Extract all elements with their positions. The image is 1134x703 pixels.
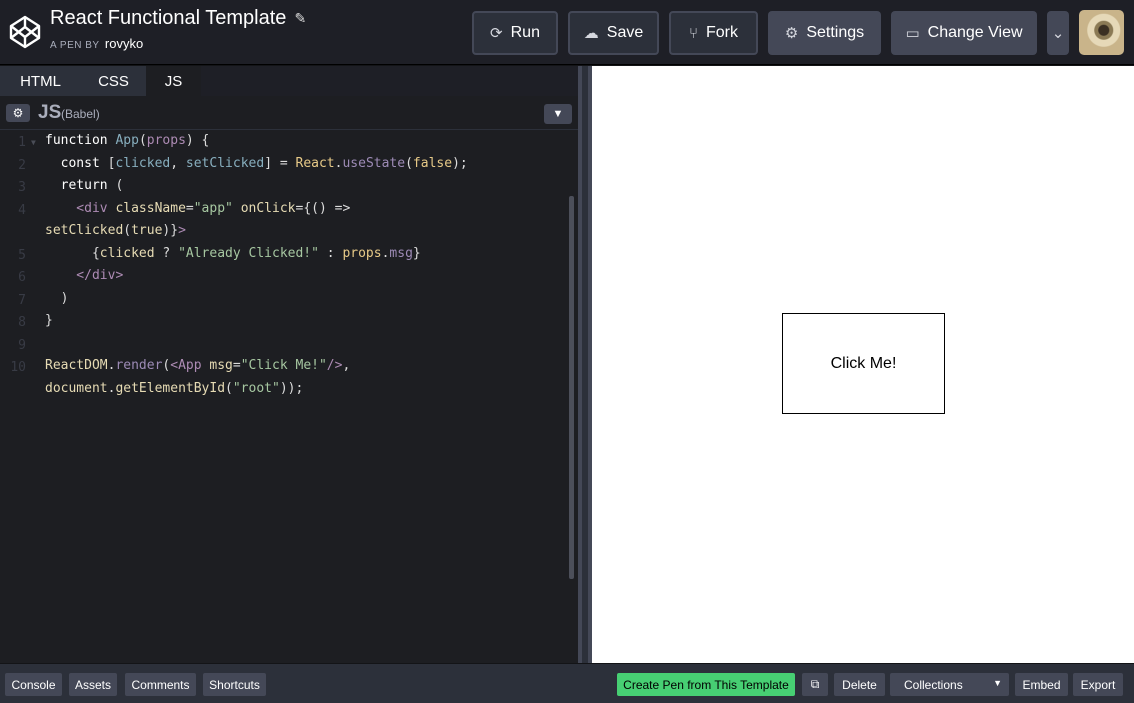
embed-button[interactable]: Embed — [1015, 673, 1068, 696]
editor-scrollbar[interactable] — [569, 196, 574, 579]
layout-icon: ▭ — [905, 25, 920, 42]
header: React Functional Template ✎ A PEN BY rov… — [0, 0, 1134, 65]
chevron-down-icon: ⌄ — [1051, 25, 1065, 42]
editor-options-button[interactable]: ▼ — [544, 104, 572, 124]
code-line[interactable]: {clicked ? "Already Clicked!" : props.ms… — [45, 246, 421, 261]
editor-header: ⚙ JS (Babel) ▼ — [0, 96, 578, 130]
pen-by-label: A PEN BY — [50, 40, 100, 51]
pen-title-text[interactable]: React Functional Template — [50, 7, 286, 30]
fork-button[interactable]: ⑂ Fork — [669, 11, 758, 55]
editor-settings-button[interactable]: ⚙ — [6, 104, 30, 122]
collections-dropdown[interactable]: Collections ▼ — [890, 673, 1009, 696]
external-link-button[interactable]: ⧉ — [802, 673, 828, 696]
export-button[interactable]: Export — [1073, 673, 1123, 696]
codepen-logo-icon[interactable] — [8, 14, 42, 50]
fold-arrow-icon[interactable]: ▼ — [31, 138, 36, 147]
create-from-template-button[interactable]: Create Pen from This Template — [617, 673, 795, 696]
user-avatar[interactable] — [1079, 10, 1124, 55]
chevron-down-icon: ▼ — [552, 108, 564, 120]
footer-bar: Console Assets Comments Shortcuts Create… — [0, 663, 1134, 703]
code-line[interactable]: return ( — [45, 178, 124, 193]
app-click-box[interactable]: Click Me! — [782, 313, 945, 414]
code-line[interactable]: setClicked(true)}> — [45, 223, 186, 238]
settings-button-label: Settings — [806, 24, 865, 41]
code-line[interactable]: } — [45, 313, 53, 328]
run-button[interactable]: ⟳ Run — [472, 11, 558, 55]
pen-author-line: A PEN BY rovyko — [50, 36, 306, 51]
cloud-icon: ☁ — [583, 25, 599, 42]
editor-preprocessor: (Babel) — [61, 107, 100, 121]
line-number: 1 — [18, 135, 26, 150]
delete-button[interactable]: Delete — [834, 673, 885, 696]
external-link-icon: ⧉ — [810, 677, 820, 691]
code-line[interactable]: function App(props) { — [45, 133, 209, 148]
editor-tabs: HTML CSS JS — [0, 66, 578, 96]
resizer-handle[interactable] — [582, 66, 588, 663]
editor-language: JS — [38, 102, 62, 123]
change-view-button[interactable]: ▭ Change View — [891, 11, 1037, 55]
fork-icon: ⑂ — [688, 24, 698, 42]
pane-resizer[interactable] — [578, 66, 592, 663]
author-link[interactable]: rovyko — [105, 36, 143, 51]
collections-label: Collections — [904, 677, 963, 692]
refresh-icon: ⟳ — [490, 25, 503, 42]
comments-button[interactable]: Comments — [125, 673, 196, 696]
line-number: 4 — [18, 203, 26, 218]
line-number: 6 — [18, 270, 26, 285]
line-number: 10 — [10, 360, 26, 375]
gear-icon: ⚙ — [12, 106, 24, 120]
line-number: 9 — [18, 338, 26, 353]
console-button[interactable]: Console — [5, 673, 62, 696]
shortcuts-button[interactable]: Shortcuts — [203, 673, 266, 696]
caret-down-icon: ▼ — [993, 678, 1002, 688]
fork-button-label: Fork — [706, 24, 738, 41]
pen-title-block: React Functional Template ✎ A PEN BY rov… — [50, 7, 306, 51]
preview-pane: Click Me! — [592, 66, 1134, 663]
pencil-icon[interactable]: ✎ — [294, 10, 306, 27]
line-number: 5 — [18, 248, 26, 263]
code-line[interactable]: ) — [45, 291, 69, 306]
code-line[interactable]: const [clicked, setClicked] = React.useS… — [45, 156, 468, 171]
code-editor-pane: HTML CSS JS ⚙ JS (Babel) ▼ 1 ▼ 2 3 4 5 6… — [0, 66, 578, 663]
code-line[interactable]: <div className="app" onClick={() => — [45, 201, 350, 216]
line-number: 3 — [18, 180, 26, 195]
save-button-label: Save — [606, 24, 644, 41]
tab-html[interactable]: HTML — [0, 66, 81, 96]
line-number: 2 — [18, 158, 26, 173]
code-line[interactable]: document.getElementById("root")); — [45, 381, 303, 396]
run-button-label: Run — [510, 24, 540, 41]
code-line[interactable]: ReactDOM.render(<App msg="Click Me!"/>, — [45, 358, 350, 373]
code-line[interactable]: </div> — [45, 268, 123, 283]
gear-icon: ⚙ — [784, 25, 799, 42]
change-view-button-label: Change View — [927, 24, 1023, 41]
more-options-button[interactable]: ⌄ — [1047, 11, 1069, 55]
tab-css[interactable]: CSS — [81, 66, 146, 96]
code-area[interactable]: 1 ▼ 2 3 4 5 6 7 8 9 10 function App(prop… — [0, 133, 566, 663]
save-button[interactable]: ☁ Save — [568, 11, 659, 55]
tab-js[interactable]: JS — [146, 66, 201, 96]
assets-button[interactable]: Assets — [69, 673, 117, 696]
settings-button[interactable]: ⚙ Settings — [768, 11, 881, 55]
line-number: 7 — [18, 293, 26, 308]
line-number: 8 — [18, 315, 26, 330]
pen-title[interactable]: React Functional Template ✎ — [50, 7, 306, 30]
